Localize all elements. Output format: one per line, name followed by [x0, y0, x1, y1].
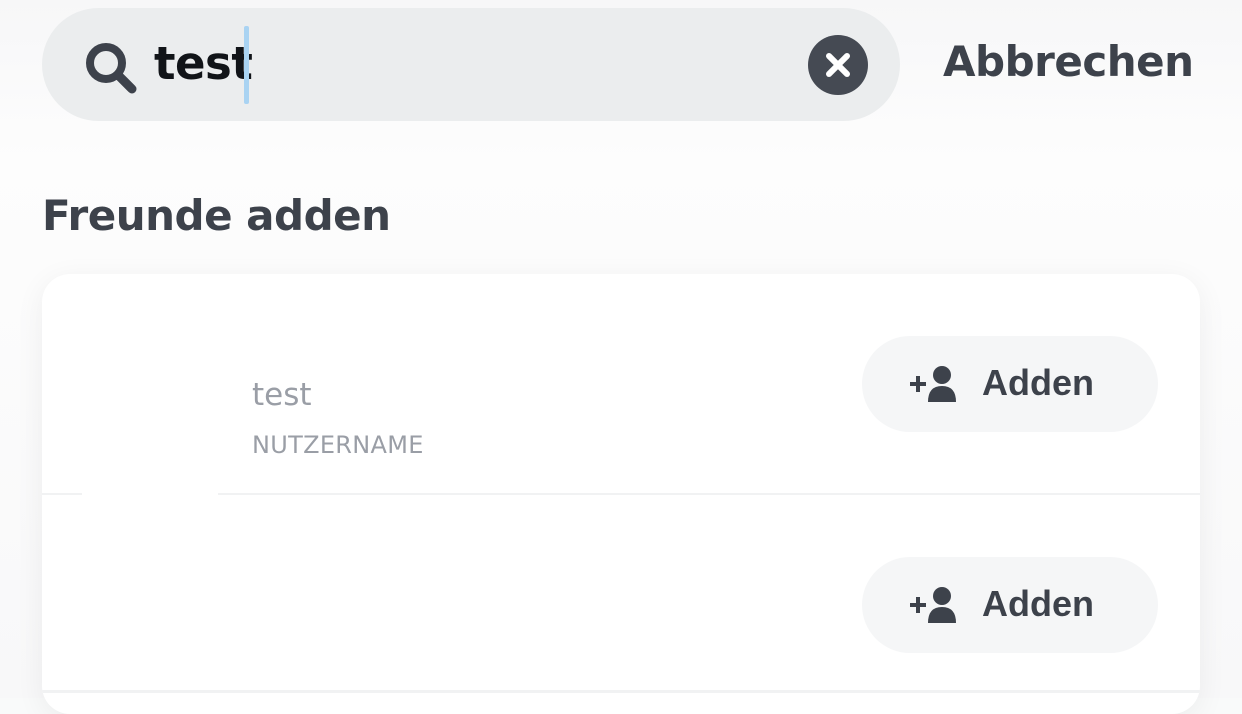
row-divider [42, 690, 1200, 693]
clear-search-button[interactable] [808, 35, 868, 95]
user-display-name: test [252, 377, 312, 413]
add-friend-button[interactable]: Adden [862, 336, 1158, 432]
result-row: Adden [42, 495, 1200, 714]
user-subtitle: NUTZERNAME [252, 431, 424, 459]
result-row: test NUTZERNAME Adden [42, 274, 1200, 498]
add-button-label: Adden [982, 583, 1094, 624]
add-person-icon [910, 587, 956, 623]
search-icon [86, 43, 137, 94]
close-circle-icon [826, 53, 850, 77]
section-title: Freunde adden [42, 191, 391, 240]
add-friend-button[interactable]: Adden [862, 557, 1158, 653]
results-card: test NUTZERNAME Adden Adden [42, 274, 1200, 714]
text-caret [244, 26, 249, 104]
add-button-label: Adden [982, 362, 1094, 403]
add-person-icon [910, 366, 956, 402]
search-input[interactable]: test [154, 34, 253, 94]
cancel-button[interactable]: Abbrechen [943, 34, 1194, 90]
